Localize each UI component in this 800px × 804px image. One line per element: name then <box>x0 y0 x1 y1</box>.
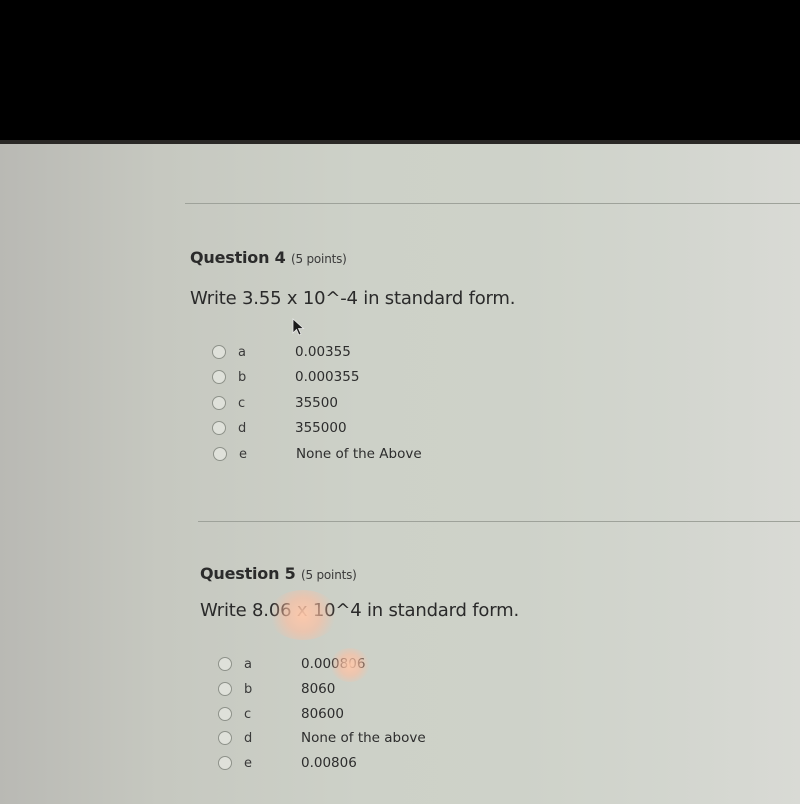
question-points: (5 points) <box>300 568 357 582</box>
quiz-page: Question 4 (5 points) Write 3.55 x 10^-4… <box>0 140 800 804</box>
radio-button[interactable] <box>218 731 232 745</box>
mouse-cursor-icon <box>292 318 305 336</box>
screen-glare <box>330 648 370 682</box>
option-letter: c <box>238 395 246 411</box>
section-divider <box>198 521 800 522</box>
option-letter: d <box>238 420 247 436</box>
q5-option-d[interactable]: d None of the above <box>218 727 426 749</box>
option-letter: b <box>238 369 247 385</box>
option-text: 0.00806 <box>301 755 357 771</box>
question-5-title: Question 5 (5 points) <box>200 564 357 583</box>
option-letter: d <box>244 730 253 746</box>
option-text: 355000 <box>295 420 347 436</box>
question-4-title: Question 4 (5 points) <box>190 248 347 267</box>
option-text: 0.000355 <box>295 369 360 385</box>
question-number: Question 5 <box>200 564 296 583</box>
radio-button[interactable] <box>212 370 226 384</box>
option-letter: a <box>238 344 246 360</box>
option-text: None of the above <box>301 730 426 746</box>
q5-option-c[interactable]: c 80600 <box>218 703 344 725</box>
option-text: 80600 <box>301 706 344 722</box>
screen-glare <box>268 590 338 640</box>
question-5-prompt: Write 8.06 x 10^4 in standard form. <box>200 600 519 621</box>
option-text: 35500 <box>295 395 338 411</box>
q4-option-b[interactable]: b 0.000355 <box>212 366 359 388</box>
q4-option-a[interactable]: a 0.00355 <box>212 341 351 363</box>
option-letter: e <box>239 446 247 462</box>
radio-button[interactable] <box>212 421 226 435</box>
radio-button[interactable] <box>218 657 232 671</box>
radio-button[interactable] <box>218 756 232 770</box>
radio-button[interactable] <box>212 345 226 359</box>
radio-button[interactable] <box>218 682 232 696</box>
radio-button[interactable] <box>218 707 232 721</box>
q4-option-c[interactable]: c 35500 <box>212 392 338 414</box>
q4-option-e[interactable]: e None of the Above <box>213 443 422 465</box>
question-points: (5 points) <box>290 252 347 266</box>
q5-option-b[interactable]: b 8060 <box>218 678 335 700</box>
question-4-prompt: Write 3.55 x 10^-4 in standard form. <box>190 288 516 309</box>
option-text: 8060 <box>301 681 336 697</box>
q5-option-e[interactable]: e 0.00806 <box>218 752 357 774</box>
option-text: None of the Above <box>296 446 422 462</box>
q4-option-d[interactable]: d 355000 <box>212 417 347 439</box>
section-divider <box>185 203 800 204</box>
radio-button[interactable] <box>213 447 227 461</box>
option-letter: c <box>244 706 252 722</box>
option-letter: e <box>244 755 252 771</box>
option-text: 0.00355 <box>295 344 351 360</box>
radio-button[interactable] <box>212 396 226 410</box>
option-letter: a <box>244 656 252 672</box>
option-letter: b <box>244 681 253 697</box>
question-number: Question 4 <box>190 248 286 267</box>
